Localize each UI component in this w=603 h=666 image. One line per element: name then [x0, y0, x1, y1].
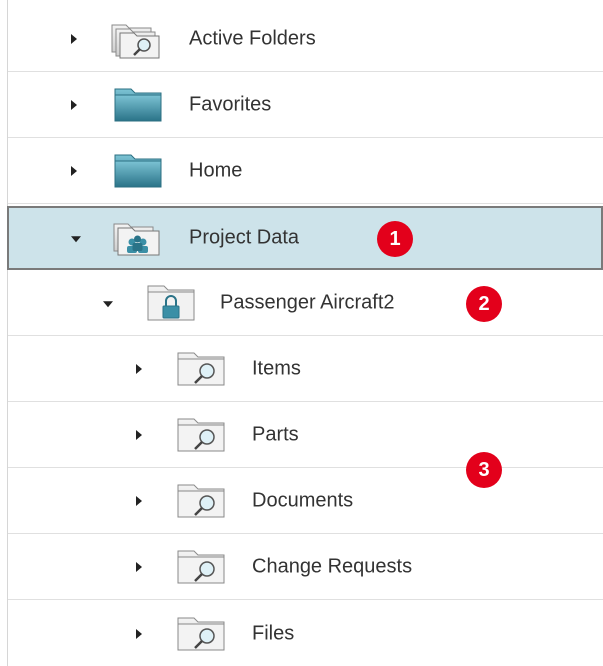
tree-item-home[interactable]: Home — [8, 139, 603, 204]
tree-item-project-data[interactable]: Project Data — [7, 206, 603, 270]
search-folder-icon — [177, 418, 225, 452]
tree-item-items[interactable]: Items — [8, 337, 603, 402]
tree-item-passenger-aircraft2[interactable]: Passenger Aircraft2 — [8, 271, 603, 336]
search-folder-stack-icon — [111, 24, 160, 59]
search-folder-icon — [177, 352, 225, 386]
tree-item-label: Change Requests — [252, 555, 413, 578]
tree-item-change-requests[interactable]: Change Requests — [8, 535, 603, 600]
tree-item-label: Home — [189, 159, 243, 182]
expand-arrow-icon[interactable] — [71, 100, 77, 110]
tree-item-label: Parts — [252, 423, 299, 446]
tree-item-parts[interactable]: Parts — [8, 403, 603, 468]
project-folder-icon — [113, 223, 160, 256]
tree-item-label: Files — [252, 622, 295, 644]
callout-badge-1: 1 — [377, 221, 413, 257]
folder-icon — [114, 154, 162, 188]
search-folder-icon — [177, 484, 225, 518]
locked-folder-icon — [147, 285, 195, 321]
tree-item-active-folders[interactable]: Active Folders — [8, 7, 603, 72]
search-folder-icon — [177, 550, 225, 584]
expand-arrow-icon[interactable] — [136, 562, 142, 572]
search-folder-icon — [177, 617, 225, 650]
callout-badge-2: 2 — [466, 286, 502, 322]
tree-item-documents[interactable]: Documents — [8, 469, 603, 534]
collapse-arrow-icon[interactable] — [103, 301, 113, 308]
tree-item-favorites[interactable]: Favorites — [8, 73, 603, 138]
callout-badge-3: 3 — [466, 452, 502, 488]
expand-arrow-icon[interactable] — [136, 628, 142, 639]
tree-item-files[interactable]: Files — [8, 601, 603, 666]
tree-item-label: Items — [252, 357, 301, 380]
expand-arrow-icon[interactable] — [136, 364, 142, 374]
folder-icon — [114, 88, 162, 122]
tree-item-label: Favorites — [189, 93, 272, 116]
tree-item-label: Project Data — [189, 226, 300, 249]
expand-arrow-icon[interactable] — [71, 166, 77, 176]
collapse-arrow-icon[interactable] — [71, 236, 81, 243]
expand-arrow-icon[interactable] — [136, 430, 142, 440]
tree-item-label: Active Folders — [189, 27, 316, 50]
expand-arrow-icon[interactable] — [136, 496, 142, 506]
tree-item-label: Passenger Aircraft2 — [220, 291, 395, 314]
tree-item-label: Documents — [252, 489, 354, 512]
expand-arrow-icon[interactable] — [71, 34, 77, 44]
